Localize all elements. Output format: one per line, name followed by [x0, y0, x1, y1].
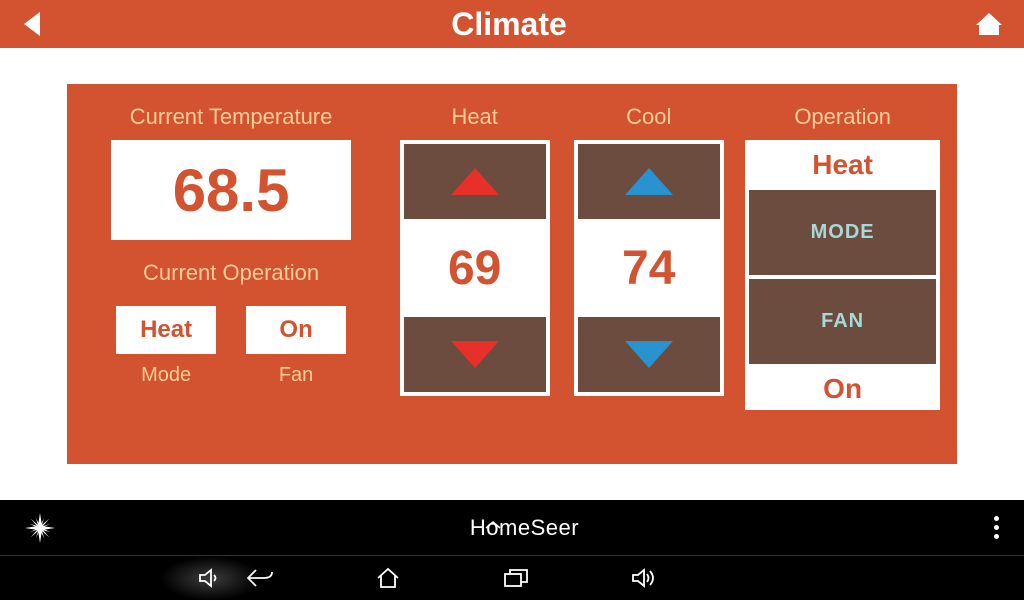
volume-up-button[interactable] — [630, 565, 660, 591]
cool-value: 74 — [622, 241, 675, 296]
menu-icon[interactable] — [994, 516, 999, 539]
heat-value-display: 69 — [404, 223, 546, 313]
current-temp-value: 68.5 — [173, 156, 290, 225]
page-title: Climate — [451, 6, 567, 43]
cool-value-display: 74 — [578, 223, 720, 313]
triangle-down-icon — [445, 337, 505, 372]
header-bar: Climate — [0, 0, 1024, 48]
triangle-down-icon — [619, 337, 679, 372]
current-operation-row: Heat Mode On Fan — [116, 306, 346, 387]
recent-nav-icon — [502, 566, 530, 590]
fan-button-label: FAN — [821, 310, 864, 333]
cool-up-button[interactable] — [578, 144, 720, 219]
operation-section: Operation Heat MODE FAN On — [743, 99, 942, 449]
home-icon[interactable] — [974, 11, 1004, 37]
heat-controls: 69 — [400, 140, 550, 396]
mode-button[interactable]: MODE — [749, 190, 936, 275]
fan-status: On — [823, 373, 862, 405]
volume-up-icon — [630, 565, 660, 591]
mode-status-display: Heat — [749, 144, 936, 186]
fan-status-display: On — [749, 368, 936, 410]
home-nav-icon — [374, 566, 402, 590]
app-bar: HomeSeer — [0, 500, 1024, 555]
fan-button[interactable]: FAN — [749, 279, 936, 364]
mode-column: Heat Mode — [116, 306, 216, 387]
fan-label: Fan — [279, 364, 313, 387]
operation-controls: Heat MODE FAN On — [745, 140, 940, 410]
cool-down-button[interactable] — [578, 317, 720, 392]
triangle-up-icon — [445, 164, 505, 199]
heat-down-button[interactable] — [404, 317, 546, 392]
current-status-section: Current Temperature 68.5 Current Operati… — [82, 99, 380, 449]
current-temp-label: Current Temperature — [130, 104, 333, 130]
home-nav-button[interactable] — [374, 566, 402, 590]
mode-label: Mode — [141, 364, 191, 387]
current-operation-label: Current Operation — [143, 260, 319, 286]
heat-label: Heat — [451, 104, 497, 130]
fan-value: On — [279, 316, 312, 344]
fan-column: On Fan — [246, 306, 346, 387]
heat-value: 69 — [448, 241, 501, 296]
cool-setpoint-section: Cool 74 — [569, 99, 728, 449]
current-temp-display: 68.5 — [111, 140, 351, 240]
volume-down-icon — [197, 565, 223, 591]
climate-panel: Current Temperature 68.5 Current Operati… — [67, 84, 957, 464]
mode-status: Heat — [812, 149, 873, 181]
back-icon[interactable] — [20, 10, 44, 38]
triangle-up-icon — [619, 164, 679, 199]
mode-display: Heat — [116, 306, 216, 354]
starburst-icon[interactable] — [25, 513, 55, 543]
cool-label: Cool — [626, 104, 671, 130]
recent-nav-button[interactable] — [502, 566, 530, 590]
volume-down-button[interactable] — [160, 556, 260, 601]
fan-display: On — [246, 306, 346, 354]
mode-button-label: MODE — [811, 221, 875, 244]
operation-label: Operation — [794, 104, 891, 130]
brand-logo: HomeSeer — [470, 515, 579, 541]
brand-text-3: meSeer — [499, 515, 579, 541]
mode-value: Heat — [140, 316, 192, 344]
android-nav-bar — [0, 555, 1024, 600]
main-content: Current Temperature 68.5 Current Operati… — [0, 48, 1024, 500]
heat-setpoint-section: Heat 69 — [395, 99, 554, 449]
brand-text-2: o — [486, 515, 499, 541]
heat-up-button[interactable] — [404, 144, 546, 219]
cool-controls: 74 — [574, 140, 724, 396]
